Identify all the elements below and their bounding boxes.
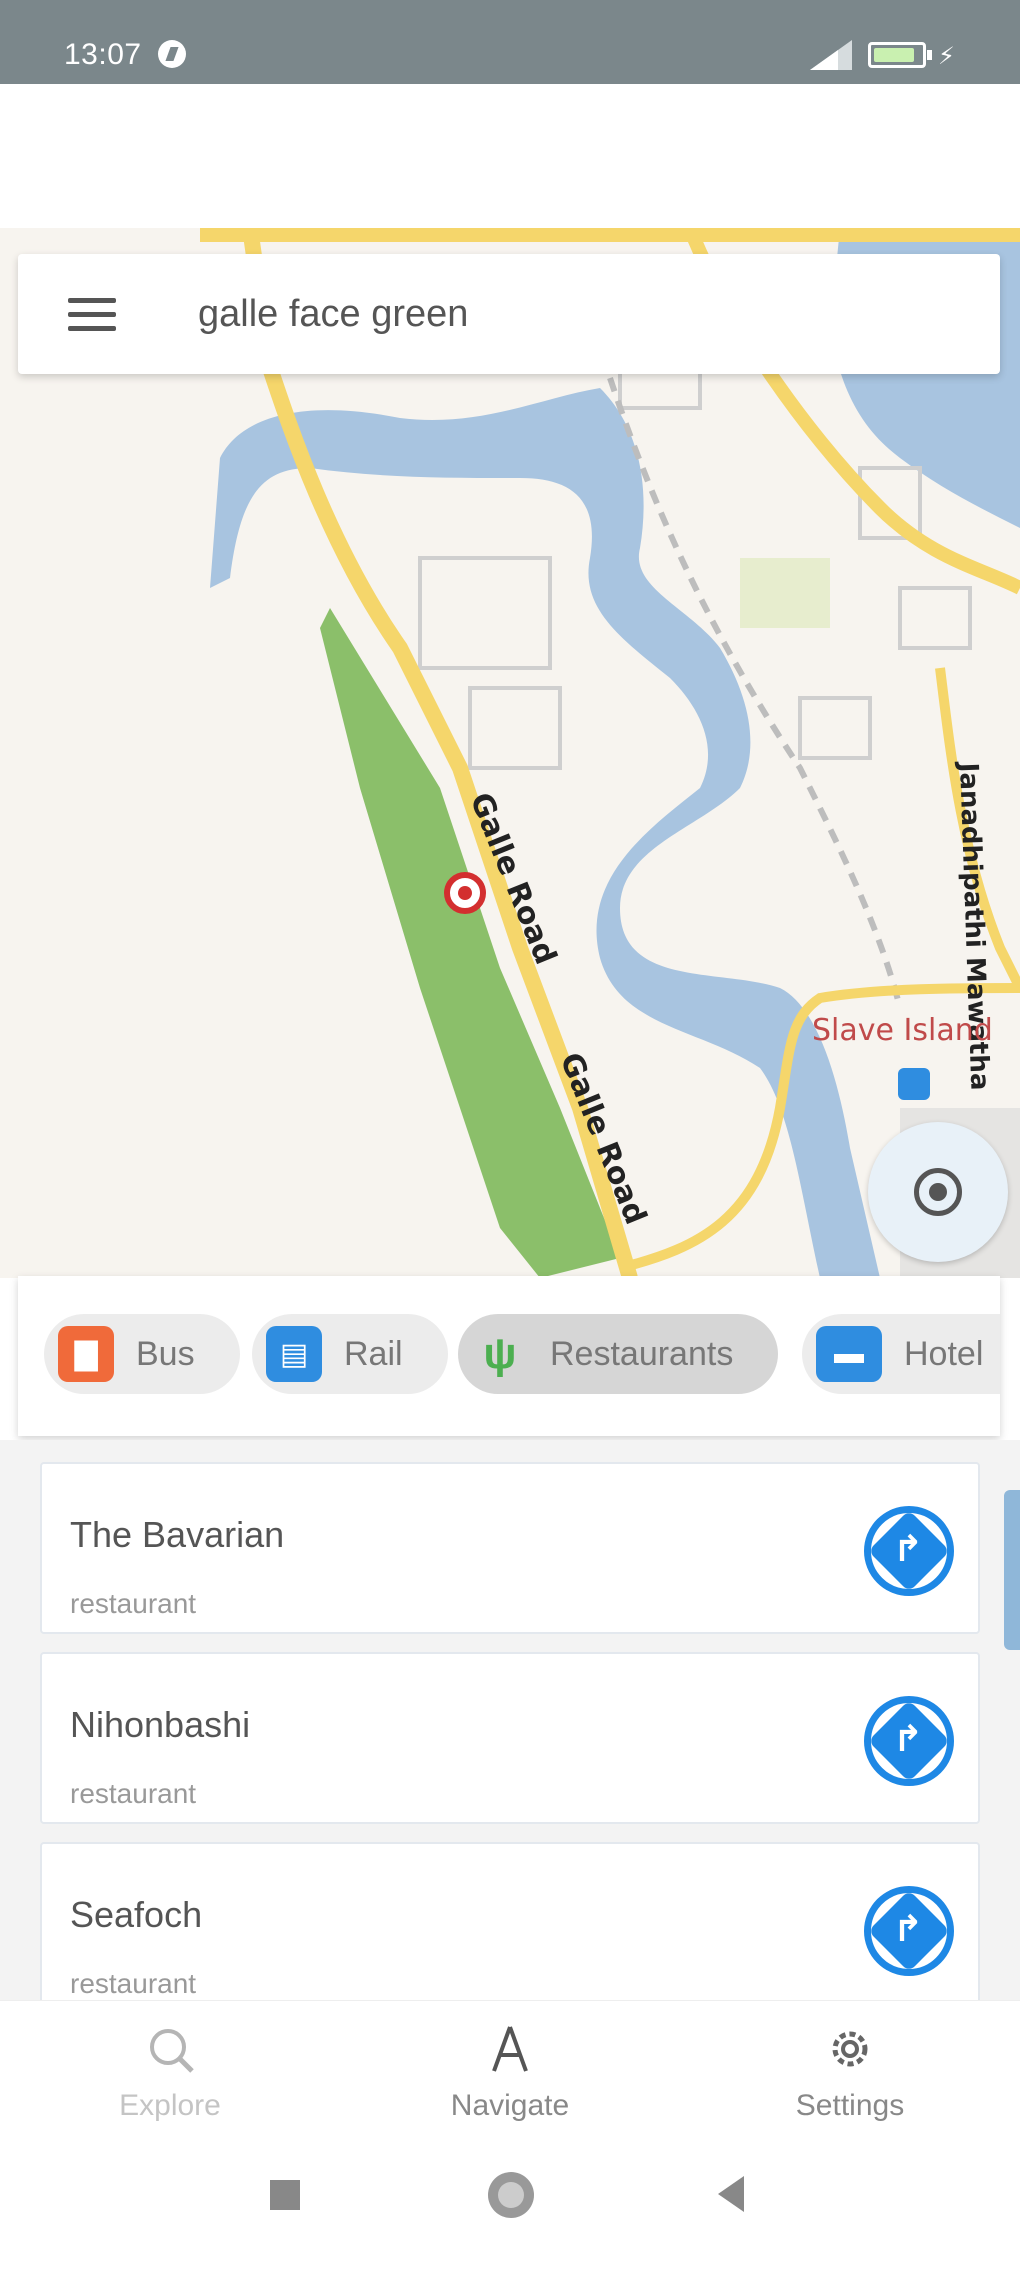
chip-label: Rail (344, 1334, 403, 1373)
search-input[interactable] (198, 284, 958, 344)
category-chip-rail[interactable]: ▤ Rail (252, 1314, 448, 1394)
result-name: Seafoch (70, 1894, 203, 1935)
category-chip-bus[interactable]: ▇ Bus (44, 1314, 240, 1394)
bottom-navigation: Explore Navigate Settings (0, 2000, 1020, 2130)
explore-icon (150, 2029, 194, 2073)
recent-apps-icon[interactable] (270, 2180, 300, 2210)
back-icon[interactable] (718, 2176, 744, 2212)
my-location-button[interactable] (868, 1122, 1008, 1262)
directions-button[interactable]: ↱ (864, 1696, 954, 1786)
directions-button[interactable]: ↱ (864, 1506, 954, 1596)
system-navigation (0, 2130, 1020, 2270)
list-item[interactable]: The Bavarian restaurant ↱ (40, 1462, 980, 1634)
bus-stop-icon[interactable] (898, 1068, 930, 1100)
place-label-slave-island: Slave Island (812, 1013, 993, 1048)
category-bar: ▇ Bus ▤ Rail ψ Restaurants ▬ Hotel (18, 1276, 1000, 1436)
category-chip-restaurants[interactable]: ψ Restaurants (458, 1314, 778, 1394)
menu-icon[interactable] (68, 294, 118, 334)
rail-icon: ▤ (266, 1326, 322, 1382)
nav-label: Explore (119, 2089, 221, 2122)
status-bar: 13:07 ⚡ (0, 0, 1020, 84)
chip-label: Bus (136, 1334, 195, 1373)
bus-icon: ▇ (58, 1326, 114, 1382)
result-name: The Bavarian (70, 1514, 285, 1555)
results-list[interactable]: The Bavarian restaurant ↱ Nihonbashi res… (0, 1440, 1020, 2000)
gear-icon (832, 2031, 868, 2067)
bed-icon: ▬ (816, 1326, 882, 1382)
chip-label: Restaurants (550, 1334, 734, 1373)
search-bar (18, 254, 1000, 374)
list-item[interactable]: Seafoch restaurant ↱ (40, 1842, 980, 2000)
signal-icon (810, 40, 852, 70)
list-item[interactable]: Nihonbashi restaurant ↱ (40, 1652, 980, 1824)
galle-road (242, 228, 638, 1278)
charging-icon: ⚡ (938, 43, 955, 70)
fork-knife-icon: ψ (483, 1329, 517, 1378)
notification-icon (158, 40, 186, 68)
directions-button[interactable]: ↱ (864, 1886, 954, 1976)
nav-settings[interactable]: Settings (750, 2023, 950, 2123)
map-view[interactable]: Galle Road Galle Road Janadhipathi Mawat… (0, 228, 1020, 1278)
status-time: 13:07 (64, 38, 142, 71)
nav-navigate[interactable]: Navigate (410, 2023, 610, 2123)
app-root: 13:07 ⚡ Galle Road Galle Road Janadhipat… (0, 0, 1020, 2270)
chip-label: Hotel (904, 1334, 984, 1373)
nav-label: Settings (795, 2089, 905, 2122)
nav-explore[interactable]: Explore (70, 2023, 270, 2123)
battery-icon (868, 42, 926, 68)
result-type: restaurant (70, 1968, 197, 1999)
home-icon[interactable] (488, 2172, 534, 2218)
nav-label: Navigate (450, 2089, 570, 2122)
result-type: restaurant (70, 1588, 197, 1619)
navigate-icon (492, 2026, 528, 2072)
category-chip-hotel[interactable]: ▬ Hotel (802, 1314, 1000, 1394)
result-type: restaurant (70, 1778, 197, 1809)
result-name: Nihonbashi (70, 1704, 251, 1745)
